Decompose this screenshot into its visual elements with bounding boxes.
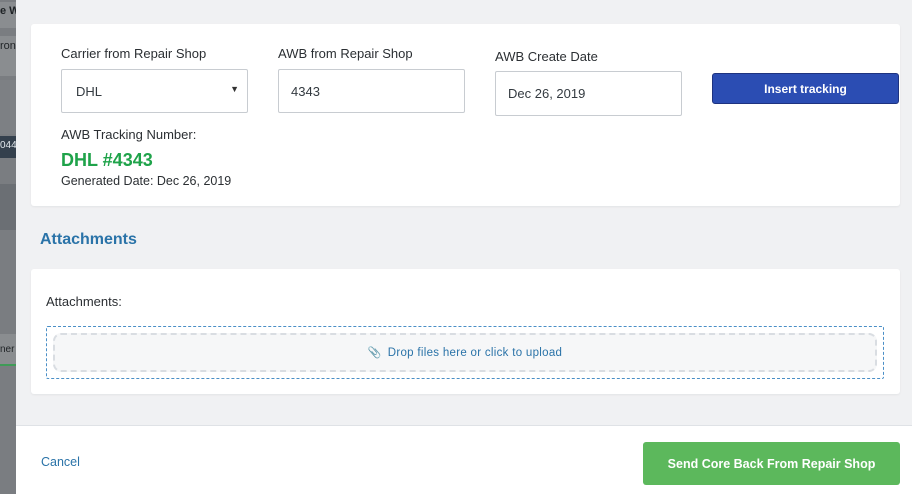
carrier-select[interactable]: DHL ▼ (61, 69, 248, 113)
create-date-value: Dec 26, 2019 (508, 86, 586, 101)
background-block (0, 230, 16, 334)
background-block (0, 184, 16, 230)
awb-tracking-value: DHL #4343 (61, 150, 153, 170)
chevron-down-icon: ▼ (230, 84, 239, 94)
dropzone-text: Drop files here or click to upload (387, 346, 563, 359)
background-block (0, 80, 16, 134)
background-block (0, 160, 16, 184)
background-text-fragment: ron (0, 36, 16, 76)
paperclip-icon: 📎 (367, 347, 382, 359)
tracking-card: Carrier from Repair Shop DHL ▼ AWB from … (31, 24, 900, 206)
carrier-label: Carrier from Repair Shop (61, 46, 207, 61)
attachments-section-title: Attachments (40, 231, 137, 248)
modal-footer: Cancel Send Core Back From Repair Shop (16, 425, 912, 494)
background-text-fragment: ner (0, 334, 16, 366)
generated-date: Generated Date: Dec 26, 2019 (61, 174, 232, 188)
awb-tracking-label: AWB Tracking Number: (61, 127, 197, 142)
background-block (0, 368, 16, 494)
awb-label: AWB from Repair Shop (278, 46, 413, 61)
create-date-label: AWB Create Date (495, 49, 598, 64)
send-core-back-button[interactable]: Send Core Back From Repair Shop (643, 442, 900, 485)
carrier-select-value: DHL (76, 83, 103, 99)
modal-dialog: Carrier from Repair Shop DHL ▼ AWB from … (16, 0, 912, 494)
insert-tracking-button[interactable]: Insert tracking (712, 73, 899, 104)
background-text-fragment: e W (0, 2, 16, 28)
attachments-label: Attachments: (46, 294, 122, 309)
cancel-button[interactable]: Cancel (41, 455, 80, 469)
dropzone-area[interactable]: 📎 Drop files here or click to upload (53, 333, 877, 372)
create-date-input[interactable]: Dec 26, 2019 (495, 71, 682, 116)
awb-input[interactable]: 4343 (278, 69, 465, 113)
background-text-fragment: 044 (0, 136, 16, 158)
awb-input-value: 4343 (291, 83, 320, 99)
file-dropzone[interactable]: 📎 Drop files here or click to upload (46, 326, 884, 379)
background-page: e W ron 044 ner (0, 0, 16, 494)
attachments-card: Attachments: 📎 Drop files here or click … (31, 269, 900, 394)
